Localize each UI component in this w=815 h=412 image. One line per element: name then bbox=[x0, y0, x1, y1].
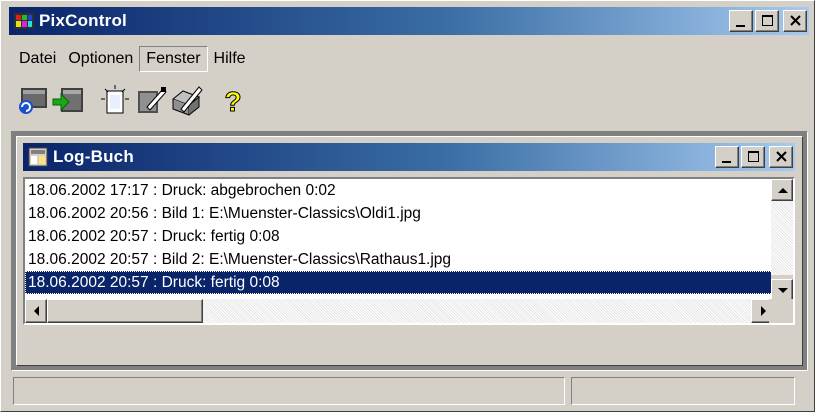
print-tools-button[interactable] bbox=[169, 83, 205, 119]
scrollbar-corner bbox=[769, 299, 793, 323]
new-page-icon bbox=[101, 85, 129, 114]
horizontal-scroll-thumb[interactable] bbox=[47, 299, 203, 323]
log-list[interactable]: 18.06.2002 17:17 : Druck: abgebrochen 0:… bbox=[23, 177, 795, 325]
arrow-left-icon bbox=[34, 306, 39, 316]
list-item-selected[interactable]: 18.06.2002 20:57 : Druck: fertig 0:08 bbox=[25, 271, 773, 294]
maximize-icon bbox=[762, 15, 773, 26]
menu-fenster[interactable]: Fenster bbox=[139, 46, 208, 72]
minimize-icon bbox=[736, 25, 745, 27]
pixcontrol-app-icon bbox=[13, 10, 35, 32]
mdi-client-area: Log-Buch 18.06.2002 17:17 : Druck: abgeb… bbox=[11, 131, 808, 371]
log-rows: 18.06.2002 17:17 : Druck: abgebrochen 0:… bbox=[25, 179, 773, 294]
log-book-icon bbox=[27, 146, 49, 168]
vertical-scrollbar[interactable] bbox=[771, 179, 793, 301]
list-item[interactable]: 18.06.2002 20:57 : Druck: fertig 0:08 bbox=[25, 225, 773, 248]
close-icon bbox=[776, 151, 787, 162]
help-button[interactable]: ? bbox=[215, 83, 251, 119]
log-window-title: Log-Buch bbox=[53, 147, 134, 166]
svg-text:?: ? bbox=[224, 86, 241, 117]
print-tools-icon bbox=[172, 86, 203, 116]
menu-hilfe[interactable]: Hilfe bbox=[208, 47, 252, 71]
app-window: PixControl Datei Optionen Fenster Hilfe bbox=[0, 0, 815, 412]
menu-optionen[interactable]: Optionen bbox=[62, 47, 139, 71]
scan-image-icon bbox=[19, 88, 47, 114]
list-item[interactable]: 18.06.2002 20:56 : Bild 1: E:\Muenster-C… bbox=[25, 202, 773, 225]
new-page-button[interactable] bbox=[97, 83, 133, 119]
menu-datei[interactable]: Datei bbox=[13, 47, 62, 71]
status-panel-secondary bbox=[571, 377, 795, 405]
maximize-button[interactable] bbox=[755, 10, 779, 32]
scroll-left-button[interactable] bbox=[25, 299, 47, 323]
scan-button[interactable] bbox=[15, 83, 51, 119]
list-item[interactable]: 18.06.2002 17:17 : Druck: abgebrochen 0:… bbox=[25, 179, 773, 202]
import-image-icon bbox=[52, 88, 83, 112]
status-panel-main bbox=[13, 377, 565, 405]
log-minimize-button[interactable] bbox=[715, 146, 739, 168]
close-button[interactable] bbox=[783, 10, 807, 32]
list-item[interactable]: 18.06.2002 20:57 : Bild 2: E:\Muenster-C… bbox=[25, 248, 773, 271]
log-window-title-bar[interactable]: Log-Buch bbox=[23, 143, 795, 171]
window-title: PixControl bbox=[39, 11, 127, 30]
arrow-up-icon bbox=[778, 188, 788, 193]
horizontal-scrollbar[interactable] bbox=[25, 299, 773, 323]
close-icon bbox=[790, 15, 801, 26]
menu-bar: Datei Optionen Fenster Hilfe bbox=[13, 45, 252, 73]
log-window: Log-Buch 18.06.2002 17:17 : Druck: abgeb… bbox=[16, 136, 803, 366]
toolbar: ? bbox=[15, 81, 251, 121]
status-bar bbox=[13, 377, 807, 405]
log-maximize-button[interactable] bbox=[741, 146, 765, 168]
import-button[interactable] bbox=[51, 83, 87, 119]
print-setup-button[interactable] bbox=[133, 83, 169, 119]
maximize-icon bbox=[748, 151, 759, 162]
log-close-button[interactable] bbox=[769, 146, 793, 168]
scroll-down-button[interactable] bbox=[771, 279, 793, 301]
scroll-up-button[interactable] bbox=[771, 179, 793, 201]
minimize-icon bbox=[722, 161, 731, 163]
print-setup-icon bbox=[138, 87, 167, 113]
main-title-bar[interactable]: PixControl bbox=[9, 7, 809, 35]
minimize-button[interactable] bbox=[729, 10, 753, 32]
help-icon: ? bbox=[224, 86, 242, 118]
